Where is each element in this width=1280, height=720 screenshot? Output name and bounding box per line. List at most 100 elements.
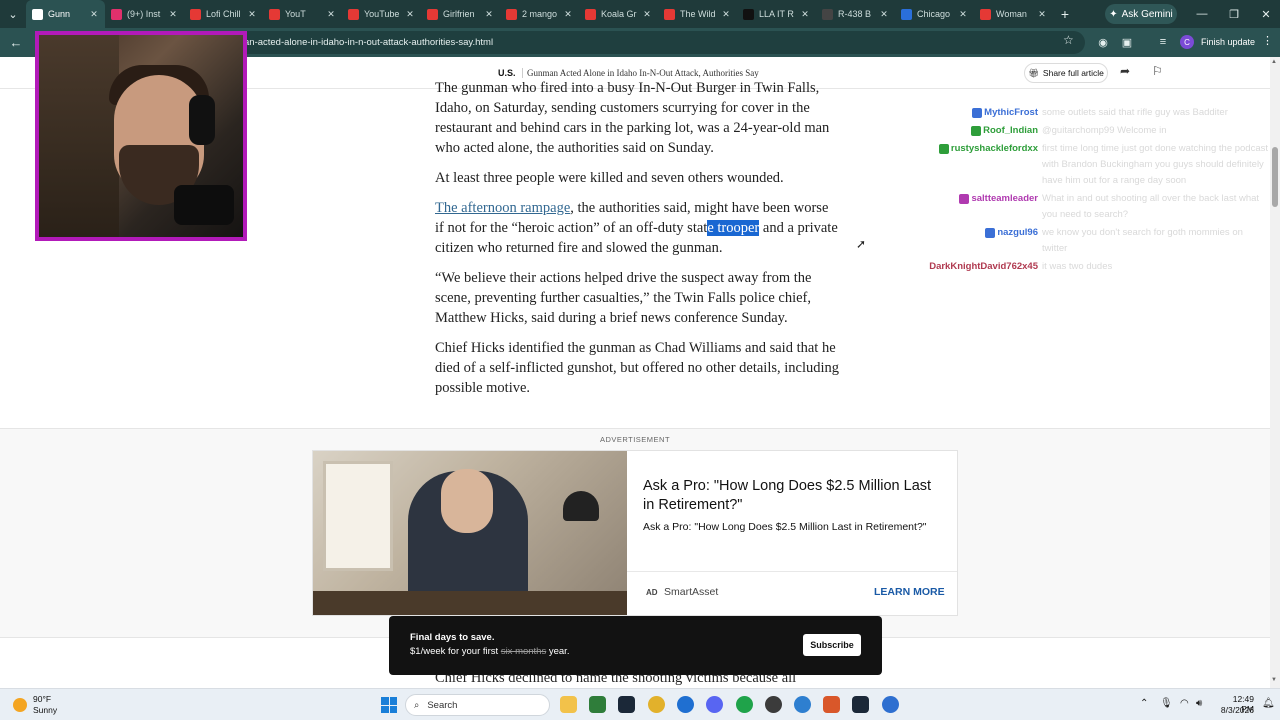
browser-tab[interactable]: (9+) Inst ✕ xyxy=(105,0,184,28)
subscribe-banner: Final days to save. $1/week for your fir… xyxy=(389,616,882,675)
nvidia-app-icon[interactable] xyxy=(589,696,606,713)
tab-close-icon[interactable]: ✕ xyxy=(247,9,257,20)
tab-search-dropdown[interactable]: ⌄ xyxy=(0,0,26,28)
browser-tab[interactable]: LLA IT R ✕ xyxy=(737,0,816,28)
browser-tab[interactable]: R-438 B ✕ xyxy=(816,0,895,28)
tab-close-icon[interactable]: ✕ xyxy=(721,9,731,20)
page-scrollbar[interactable]: ▲ ▼ xyxy=(1270,57,1280,688)
tab-close-icon[interactable]: ✕ xyxy=(800,9,810,20)
steam-icon[interactable] xyxy=(618,696,635,713)
chat-username[interactable]: Roof_Indian xyxy=(983,123,1038,139)
address-bar[interactable]: an-acted-alone-in-idaho-in-n-out-attack-… xyxy=(230,31,1085,54)
reading-list-icon[interactable]: ≡ xyxy=(1155,34,1171,50)
browser-tab[interactable]: Koala Gr ✕ xyxy=(579,0,658,28)
ad-title[interactable]: Ask a Pro: "How Long Does $2.5 Million L… xyxy=(643,477,943,515)
banner-offer: $1/week for your first six months year. xyxy=(410,646,570,657)
tab-close-icon[interactable]: ✕ xyxy=(405,9,415,20)
app-icon[interactable] xyxy=(677,696,694,713)
ad-card[interactable]: Ask a Pro: "How Long Does $2.5 Million L… xyxy=(312,450,958,616)
volume-icon[interactable]: 🔊︎ xyxy=(1196,698,1202,709)
chrome-profile-icon[interactable] xyxy=(794,696,811,713)
scroll-down-icon[interactable]: ▼ xyxy=(1271,677,1277,683)
settings-gear-icon[interactable] xyxy=(765,696,782,713)
finish-update-button[interactable]: Finish update xyxy=(1201,33,1263,51)
tab-close-icon[interactable]: ✕ xyxy=(326,9,336,20)
profile-avatar[interactable]: C xyxy=(1180,35,1194,49)
chrome-alt-icon[interactable] xyxy=(882,696,899,713)
browser-tab[interactable]: Woman ✕ xyxy=(974,0,1053,28)
weather-condition[interactable]: Sunny xyxy=(33,705,57,715)
tab-close-icon[interactable]: ✕ xyxy=(642,9,652,20)
article-paragraph: “We believe their actions helped drive t… xyxy=(435,270,812,326)
share-icon[interactable]: ➦ xyxy=(1120,64,1130,78)
scroll-up-icon[interactable]: ▲ xyxy=(1271,59,1277,65)
chat-username[interactable]: nazgul96 xyxy=(997,225,1038,241)
close-window-button[interactable]: ✕ xyxy=(1250,0,1280,28)
windows-taskbar: 90°F Sunny ⌕ Search ⌃ 🎙︎ ◠ 🔊︎ 12:49 PM 8… xyxy=(0,688,1280,720)
chat-username[interactable]: MythicFrost xyxy=(984,105,1038,121)
share-full-article-button[interactable]: 🎁︎ Share full article xyxy=(1024,63,1108,83)
tray-chevron-icon[interactable]: ⌃ xyxy=(1140,698,1148,709)
xbox-icon[interactable] xyxy=(736,696,753,713)
streamer-webcam xyxy=(35,31,247,241)
chat-badge-icon xyxy=(959,194,970,204)
selected-text: e trooper xyxy=(707,220,760,236)
learn-more-link[interactable]: LEARN MORE xyxy=(874,586,945,598)
tab-close-icon[interactable]: ✕ xyxy=(879,9,889,20)
extensions-puzzle-icon[interactable]: ▣ xyxy=(1119,34,1135,50)
divider xyxy=(627,571,957,572)
clock-date[interactable]: 8/3/2026 xyxy=(1214,705,1254,715)
browser-tab[interactable]: The Wild ✕ xyxy=(658,0,737,28)
tab-close-icon[interactable]: ✕ xyxy=(563,9,573,20)
steam-alt-icon[interactable] xyxy=(852,696,869,713)
lamp-icon xyxy=(563,491,599,521)
scrollbar-thumb[interactable] xyxy=(1272,147,1278,207)
taskbar-search[interactable]: ⌕ Search xyxy=(405,694,550,716)
chat-username[interactable]: rustyshacklefordxx xyxy=(951,141,1038,157)
tab-close-icon[interactable]: ✕ xyxy=(1037,9,1047,20)
browser-tab[interactable]: YouT ✕ xyxy=(263,0,342,28)
browser-menu-icon[interactable]: ⋮ xyxy=(1262,34,1273,47)
tab-close-icon[interactable]: ✕ xyxy=(168,9,178,20)
tab-close-icon[interactable]: ✕ xyxy=(484,9,494,20)
chat-username[interactable]: DarkKnightDavid762x45 xyxy=(929,259,1038,275)
tab-favicon-icon xyxy=(427,8,438,20)
chat-badge-icon xyxy=(938,144,949,154)
new-tab-button[interactable]: + xyxy=(1053,6,1077,22)
tab-close-icon[interactable]: ✕ xyxy=(89,9,99,20)
save-bookmark-icon[interactable]: ⚐ xyxy=(1152,64,1163,78)
notification-bell-icon[interactable]: 🔔︎ xyxy=(1262,698,1275,709)
ad-subtitle: Ask a Pro: "How Long Does $2.5 Million L… xyxy=(643,521,927,533)
browser-tab[interactable]: Chicago ✕ xyxy=(895,0,974,28)
chrome-icon[interactable] xyxy=(648,696,665,713)
ask-gemini-button[interactable]: ✦ Ask Gemini xyxy=(1105,4,1177,24)
microphone-tray-icon[interactable]: 🎙︎ xyxy=(1160,698,1173,709)
browser-tab[interactable]: Lofi Chill ✕ xyxy=(184,0,263,28)
browser-tab[interactable]: Gunn ✕ xyxy=(26,0,105,28)
claude-icon[interactable] xyxy=(823,696,840,713)
tab-favicon-icon xyxy=(901,8,912,20)
discord-icon[interactable] xyxy=(706,696,723,713)
tab-favicon-icon xyxy=(269,8,280,20)
rampage-link[interactable]: The afternoon rampage xyxy=(435,200,570,216)
back-button[interactable]: ← xyxy=(6,32,26,52)
subscribe-button[interactable]: Subscribe xyxy=(803,634,861,656)
chat-username[interactable]: saltteamleader xyxy=(971,191,1038,207)
weather-temperature[interactable]: 90°F xyxy=(33,694,51,704)
ad-image[interactable] xyxy=(313,451,627,615)
sun-icon[interactable] xyxy=(13,698,27,712)
browser-tab[interactable]: YouTube ✕ xyxy=(342,0,421,28)
restore-window-button[interactable]: ❐ xyxy=(1218,0,1250,28)
minimize-window-button[interactable]: — xyxy=(1186,0,1218,28)
section-label[interactable]: U.S. xyxy=(498,68,516,78)
wifi-icon[interactable]: ◠ xyxy=(1180,698,1189,709)
tab-close-icon[interactable]: ✕ xyxy=(958,9,968,20)
microphone-icon xyxy=(174,185,234,225)
browser-tab[interactable]: 2 mango ✕ xyxy=(500,0,579,28)
extension-shield-icon[interactable]: ◉ xyxy=(1095,34,1111,50)
browser-tab[interactable]: Girlfrien ✕ xyxy=(421,0,500,28)
windows-start-icon[interactable] xyxy=(381,697,397,713)
bookmark-star-icon[interactable]: ☆ xyxy=(1063,33,1074,47)
file-explorer-icon[interactable] xyxy=(560,696,577,713)
ad-tag: AD xyxy=(646,588,658,597)
